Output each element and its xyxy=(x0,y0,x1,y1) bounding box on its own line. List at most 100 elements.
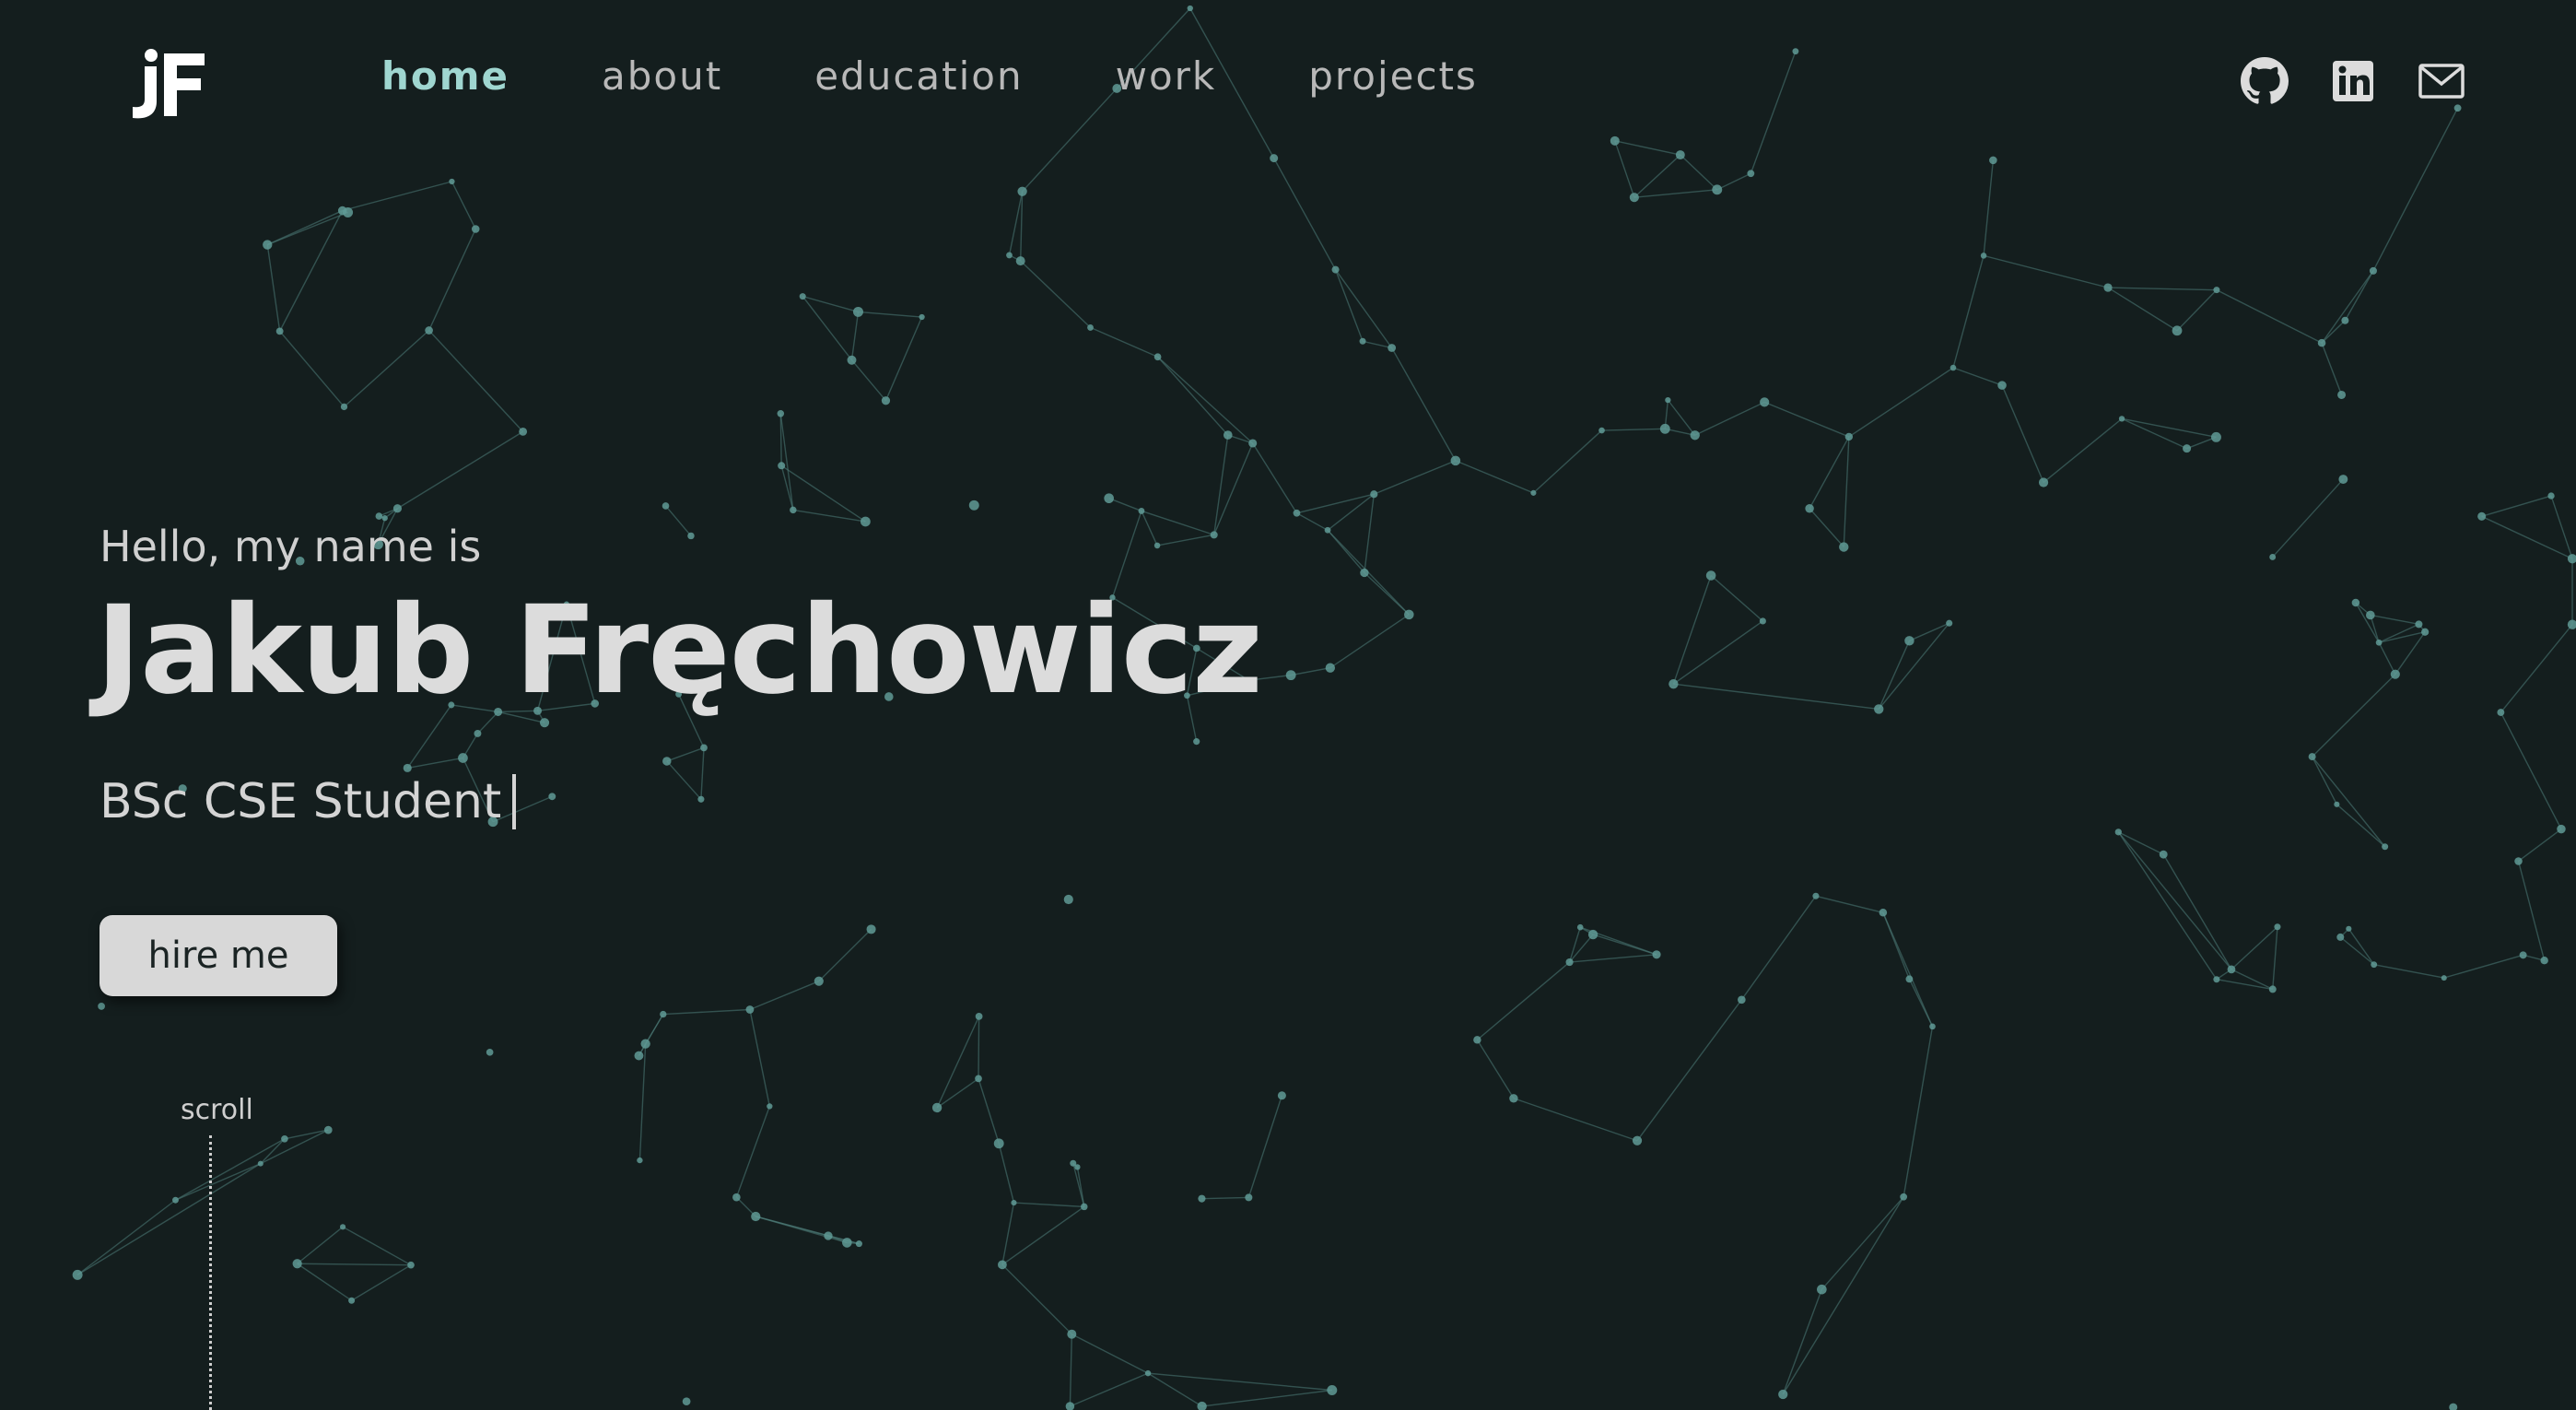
network-node xyxy=(548,793,556,801)
network-node xyxy=(1874,704,1884,714)
nav-home[interactable]: home xyxy=(381,57,509,96)
network-link xyxy=(2216,979,2273,991)
mail-link[interactable] xyxy=(2418,57,2465,105)
network-node xyxy=(1946,619,1953,627)
network-node xyxy=(1610,135,1620,146)
network-node xyxy=(1844,432,1854,441)
network-node xyxy=(2514,857,2523,865)
network-node xyxy=(2213,976,2220,983)
network-node xyxy=(993,1138,1004,1149)
linkedin-icon xyxy=(2333,61,2373,101)
network-node xyxy=(1210,531,1218,539)
network-link xyxy=(1374,460,1457,495)
network-node xyxy=(1690,430,1700,441)
network-node xyxy=(777,410,785,417)
network-node xyxy=(1712,184,1723,195)
network-node xyxy=(2547,492,2555,499)
network-node xyxy=(1293,509,1301,517)
network-node xyxy=(975,1012,983,1020)
network-node xyxy=(1989,156,1997,165)
github-link[interactable] xyxy=(2241,57,2289,105)
network-link xyxy=(1569,954,1657,963)
network-node xyxy=(1738,995,1746,1005)
network-node xyxy=(1198,1194,1206,1203)
network-link xyxy=(1680,154,1718,191)
network-node xyxy=(292,1259,302,1269)
network-link xyxy=(1848,367,1954,438)
network-link xyxy=(427,229,476,331)
network-link xyxy=(2312,756,2337,805)
network-link xyxy=(1391,347,1457,462)
network-node xyxy=(1370,490,1378,499)
network-node xyxy=(2227,965,2236,974)
network-link xyxy=(76,1163,262,1275)
network-link xyxy=(1157,356,1229,436)
network-node xyxy=(1675,150,1685,160)
nav-about[interactable]: about xyxy=(602,57,722,96)
network-node xyxy=(1629,193,1639,203)
network-node xyxy=(348,1297,356,1304)
logo[interactable] xyxy=(129,48,212,122)
linkedin-link[interactable] xyxy=(2329,57,2377,105)
network-node xyxy=(1792,48,1799,55)
network-link xyxy=(2370,614,2419,626)
network-link xyxy=(1513,1098,1638,1142)
scroll-indicator-line[interactable] xyxy=(209,1135,212,1410)
nav-projects[interactable]: projects xyxy=(1308,57,1478,96)
nav-education[interactable]: education xyxy=(814,57,1023,96)
network-link xyxy=(1001,1202,1015,1265)
network-link xyxy=(1476,961,1571,1040)
network-node xyxy=(998,1260,1007,1270)
network-node xyxy=(1905,975,1914,983)
mail-icon xyxy=(2418,64,2465,99)
network-node xyxy=(687,532,695,540)
network-node xyxy=(919,313,925,321)
network-node xyxy=(662,757,672,766)
network-node xyxy=(1598,427,1605,434)
network-link xyxy=(2481,515,2573,559)
network-node xyxy=(640,1039,650,1049)
network-node xyxy=(1879,909,1888,917)
network-link xyxy=(1329,614,1410,669)
network-node xyxy=(449,178,455,185)
network-node xyxy=(2519,951,2527,959)
network-link xyxy=(2312,756,2386,848)
network-node xyxy=(2477,511,2487,521)
network-node xyxy=(2453,104,2462,112)
network-link xyxy=(1273,158,1337,270)
network-link xyxy=(266,209,343,246)
network-node xyxy=(486,1049,494,1056)
network-node xyxy=(745,1005,755,1014)
network-link xyxy=(2550,495,2573,559)
network-link xyxy=(1983,159,1995,256)
network-node xyxy=(1138,507,1145,514)
network-link xyxy=(1694,401,1765,436)
network-link xyxy=(344,330,430,407)
network-link xyxy=(297,1226,344,1264)
network-node xyxy=(1929,1023,1936,1030)
network-link xyxy=(342,1226,412,1266)
network-node xyxy=(767,1103,773,1110)
network-node xyxy=(975,1075,982,1083)
network-node xyxy=(860,516,871,527)
github-icon xyxy=(2241,57,2289,104)
network-link xyxy=(2176,289,2218,332)
network-node xyxy=(1980,253,1987,259)
network-link xyxy=(792,509,866,523)
network-link xyxy=(2108,287,2217,291)
network-node xyxy=(634,1051,644,1061)
network-node xyxy=(381,515,388,522)
network-node xyxy=(1805,503,1814,513)
network-node xyxy=(2269,554,2277,560)
hire-me-button[interactable]: hire me xyxy=(100,915,337,996)
network-link xyxy=(2121,417,2187,450)
network-node xyxy=(1187,5,1193,12)
network-link xyxy=(2378,641,2396,676)
network-node xyxy=(1065,1402,1075,1410)
network-link xyxy=(2518,828,2562,863)
network-link xyxy=(1334,269,1364,342)
network-link xyxy=(2121,417,2217,439)
network-node xyxy=(866,924,876,934)
network-link xyxy=(1070,1372,1149,1407)
nav-work[interactable]: work xyxy=(1116,57,1217,96)
